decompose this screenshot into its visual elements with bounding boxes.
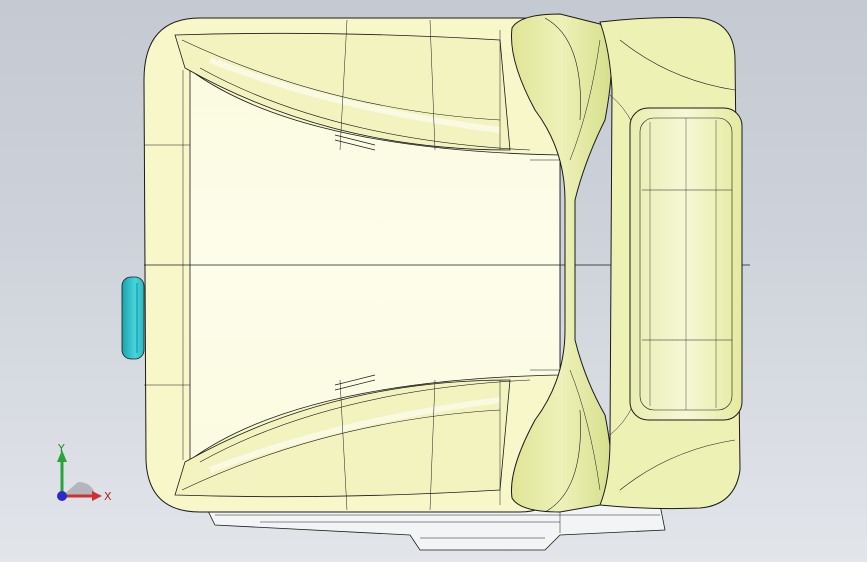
knob[interactable] xyxy=(121,276,145,360)
axis-triad[interactable]: Y X xyxy=(48,438,118,508)
cad-model-view[interactable] xyxy=(0,0,867,562)
graphics-viewport[interactable]: Y X xyxy=(0,0,867,562)
x-axis-label: X xyxy=(104,490,112,503)
z-axis-dot xyxy=(57,491,67,501)
y-axis-label: Y xyxy=(57,442,65,455)
back-cushion[interactable] xyxy=(629,107,743,421)
